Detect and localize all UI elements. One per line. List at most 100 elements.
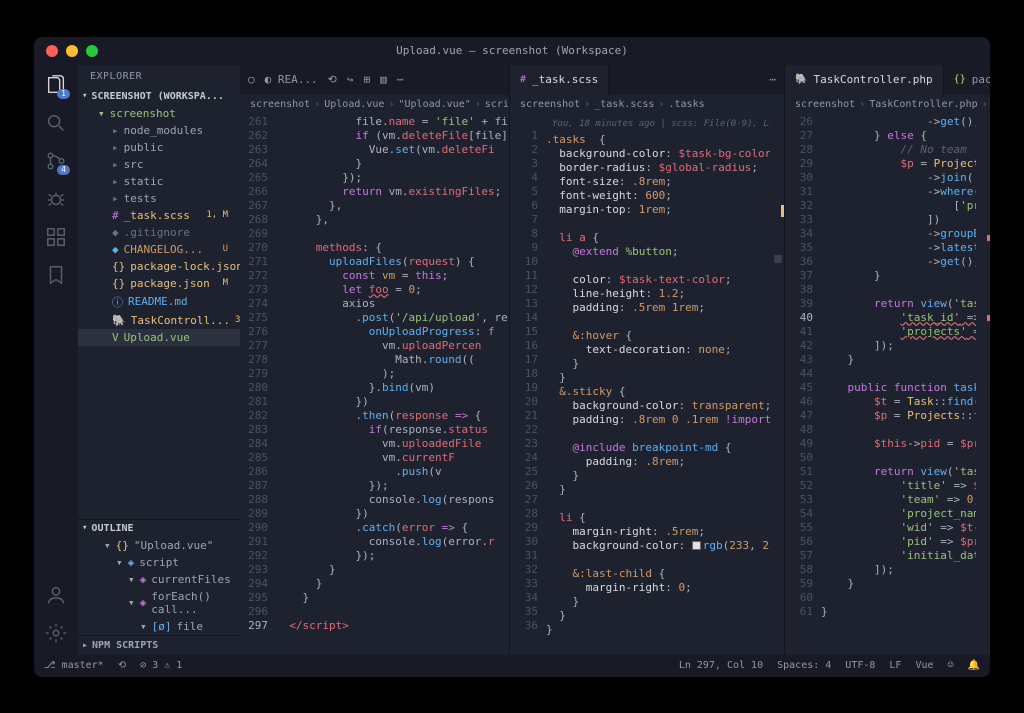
search-icon[interactable]: [44, 111, 68, 135]
tree-file[interactable]: #_task.scss1, M: [78, 207, 240, 224]
breadcrumb-3[interactable]: screenshot›TaskController.php›TaskContro…: [785, 95, 990, 115]
bookmark-icon[interactable]: [44, 263, 68, 287]
breadcrumb-segment[interactable]: _task.scss: [594, 99, 654, 110]
problems-status[interactable]: ⊘ 3 ⚠ 1: [140, 660, 182, 671]
npm-label: NPM SCRIPTS: [92, 640, 158, 651]
breadcrumb-segment[interactable]: script: [485, 99, 509, 110]
tree-file[interactable]: {}package-lock.json: [78, 258, 240, 275]
body: 1 4 EXPLORER ▾SCREENSHOT (WORKSPA... ▾sc…: [34, 65, 990, 655]
tree-root[interactable]: ▾screenshot: [78, 105, 240, 122]
npm-scripts-header[interactable]: ▸NPM SCRIPTS: [78, 635, 240, 655]
tab-label: _task.scss: [532, 73, 598, 86]
breadcrumb-segment[interactable]: screenshot: [250, 99, 310, 110]
encoding-status[interactable]: UTF-8: [845, 660, 875, 671]
tree-dir[interactable]: ▸tests: [78, 190, 240, 207]
code-editor-3[interactable]: 2627282930313233343536373839404142434445…: [785, 115, 990, 655]
tree-file[interactable]: {}package.jsonM: [78, 275, 240, 292]
breadcrumb-segment[interactable]: .tasks: [669, 99, 705, 110]
activity-bar: 1 4: [34, 65, 78, 655]
window-title: Upload.vue — screenshot (Workspace): [34, 44, 990, 57]
code-editor-2[interactable]: 1234567891011121314151617181920212223242…: [510, 115, 784, 655]
code-lines-2[interactable]: You, 18 minutes ago | scss: File(0-9), L…: [546, 115, 770, 655]
eol-status[interactable]: LF: [889, 660, 901, 671]
status-bar: ⎇ master* ⟲ ⊘ 3 ⚠ 1 Ln 297, Col 10 Space…: [34, 655, 990, 677]
tab-action[interactable]: ↪: [347, 73, 354, 86]
minimap-3[interactable]: [976, 115, 990, 655]
code-lines-3[interactable]: ->get(); } else { // No team $p = Projec…: [821, 115, 976, 655]
outline-section: ▾OUTLINE ▾{}"Upload.vue"▾◈script▾◈curren…: [78, 519, 240, 635]
tree-dir[interactable]: ▸static: [78, 173, 240, 190]
close-window-icon[interactable]: [46, 45, 58, 57]
cursor-position[interactable]: Ln 297, Col 10: [679, 660, 763, 671]
accounts-icon[interactable]: [44, 583, 68, 607]
gutter-3: 2627282930313233343536373839404142434445…: [785, 115, 821, 655]
tree-file[interactable]: VUpload.vue: [78, 329, 240, 346]
minimap-2[interactable]: [770, 115, 784, 655]
branch-name: master*: [62, 660, 104, 671]
source-control-icon[interactable]: 4: [44, 149, 68, 173]
outline-item[interactable]: ▾◈script: [78, 554, 240, 571]
tab-action[interactable]: ⋯: [397, 73, 404, 86]
outline-item[interactable]: ▾◈forEach() call...: [78, 588, 240, 618]
breadcrumb-segment[interactable]: TaskController.php: [869, 99, 977, 110]
feedback-icon[interactable]: ☺: [948, 660, 954, 671]
tree-file[interactable]: ⓘREADME.md: [78, 292, 240, 312]
tab[interactable]: {}package.json: [944, 65, 990, 95]
explorer-icon[interactable]: 1: [44, 73, 68, 97]
outline-root[interactable]: ▾{}"Upload.vue": [78, 537, 240, 554]
debug-icon[interactable]: [44, 187, 68, 211]
scss-icon: #: [520, 74, 526, 85]
notifications-icon[interactable]: 🔔: [968, 660, 980, 671]
explorer-title: EXPLORER: [78, 65, 240, 88]
tree-file[interactable]: 🐘TaskControll...3, M: [78, 312, 240, 329]
language-status[interactable]: Vue: [915, 660, 933, 671]
tree-file[interactable]: ◆CHANGELOG...U: [78, 241, 240, 258]
more-icon[interactable]: ⋯: [769, 73, 776, 86]
vscode-window: Upload.vue — screenshot (Workspace) 1 4 …: [34, 37, 990, 677]
tab-bar-3: 🐘TaskController.php{}package.json⋯: [785, 65, 990, 95]
outline-header[interactable]: ▾OUTLINE: [78, 520, 240, 537]
settings-icon[interactable]: [44, 621, 68, 645]
tab-bar-1: ○ ◐ REA... ⟲ ↪ ⊞ ▥ ⋯: [240, 65, 509, 95]
tab-action[interactable]: ▥: [380, 73, 387, 86]
tab-action[interactable]: ⊞: [363, 73, 370, 86]
breadcrumb-segment[interactable]: screenshot: [795, 99, 855, 110]
sidebar: EXPLORER ▾SCREENSHOT (WORKSPA... ▾screen…: [78, 65, 240, 655]
tab-action[interactable]: ○: [248, 73, 255, 86]
editor-pane-3: 🐘TaskController.php{}package.json⋯ scree…: [785, 65, 990, 655]
tree-dir[interactable]: ▸node_modules: [78, 122, 240, 139]
workspace-header[interactable]: ▾SCREENSHOT (WORKSPA...: [78, 88, 240, 105]
workspace-label: SCREENSHOT (WORKSPA...: [91, 91, 223, 102]
outline-item[interactable]: ▾◈currentFiles: [78, 571, 240, 588]
editor-area: ○ ◐ REA... ⟲ ↪ ⊞ ▥ ⋯ screenshot›Upload.vue›"Up…: [240, 65, 990, 655]
tab-action[interactable]: ⟲: [328, 73, 337, 86]
tab-actions-2: ⋯: [761, 65, 784, 95]
tab[interactable]: 🐘TaskController.php: [785, 65, 944, 95]
tree-dir[interactable]: ▸public: [78, 139, 240, 156]
tab-actions-1: ○ ◐ REA... ⟲ ↪ ⊞ ▥ ⋯: [240, 65, 411, 95]
code-editor-1[interactable]: 2612622632642652662672682692702712722732…: [240, 115, 509, 655]
code-lines-1[interactable]: file.name = 'file' + fi if (vm.deleteFil…: [276, 115, 509, 655]
maximize-window-icon[interactable]: [86, 45, 98, 57]
gutter-2: 1234567891011121314151617181920212223242…: [510, 115, 546, 655]
breadcrumb-segment[interactable]: "Upload.vue": [399, 99, 471, 110]
breadcrumb-segment[interactable]: screenshot: [520, 99, 580, 110]
file-tree: ▾screenshot▸node_modules▸public▸src▸stat…: [78, 105, 240, 519]
indent-status[interactable]: Spaces: 4: [777, 660, 831, 671]
gutter-1: 2612622632642652662672682692702712722732…: [240, 115, 276, 655]
tab-action[interactable]: ◐ REA...: [265, 73, 318, 86]
explorer-badge: 1: [57, 89, 70, 99]
scm-badge: 4: [57, 165, 70, 175]
breadcrumb-2[interactable]: screenshot›_task.scss›.tasks: [510, 95, 784, 115]
breadcrumb-segment[interactable]: Upload.vue: [324, 99, 384, 110]
sync-icon[interactable]: ⟲: [118, 660, 126, 671]
tree-file[interactable]: ◆.gitignore: [78, 224, 240, 241]
git-branch[interactable]: ⎇ master*: [44, 660, 104, 671]
breadcrumb-1[interactable]: screenshot›Upload.vue›"Upload.vue"›scrip…: [240, 95, 509, 115]
outline-item[interactable]: ▾[ø]file: [78, 618, 240, 635]
tree-dir[interactable]: ▸src: [78, 156, 240, 173]
window-controls: [34, 45, 98, 57]
minimize-window-icon[interactable]: [66, 45, 78, 57]
tab-task-scss[interactable]: # _task.scss: [510, 65, 609, 95]
extensions-icon[interactable]: [44, 225, 68, 249]
